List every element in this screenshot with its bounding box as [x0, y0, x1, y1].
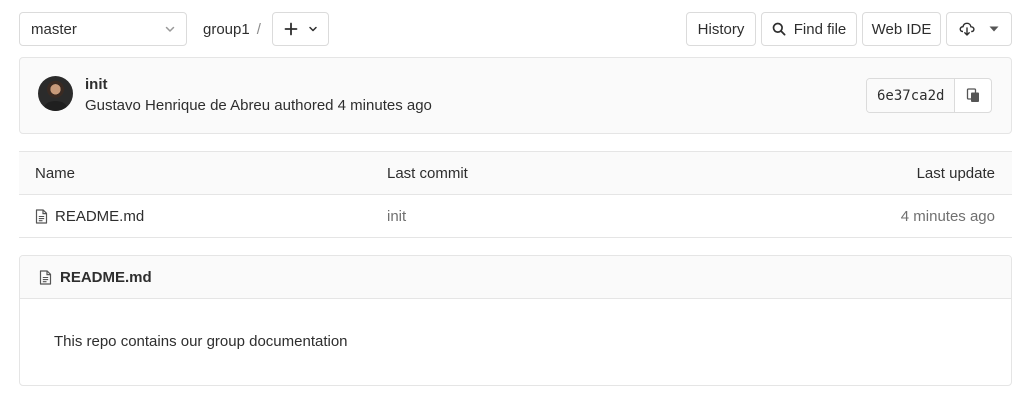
readme-filename-link[interactable]: README.md	[60, 269, 152, 286]
find-file-button[interactable]: Find file	[761, 12, 857, 46]
download-icon	[959, 22, 975, 36]
breadcrumb: group1 /	[203, 12, 261, 46]
file-name-link[interactable]: README.md	[55, 208, 144, 225]
plus-icon	[284, 22, 298, 36]
file-icon	[35, 209, 48, 224]
readme-header: README.md	[20, 256, 1011, 299]
chevron-down-icon	[164, 23, 176, 35]
commit-title-link[interactable]: init	[85, 76, 108, 93]
search-icon	[772, 22, 786, 36]
last-commit-panel: init Gustavo Henrique de Abreu authored …	[19, 57, 1012, 134]
commit-sha-button[interactable]: 6e37ca2d	[867, 79, 956, 112]
copy-icon	[966, 88, 981, 103]
column-last-update-header: Last update	[916, 165, 995, 182]
breadcrumb-separator: /	[256, 20, 261, 38]
history-button[interactable]: History	[686, 12, 756, 46]
readme-panel: README.md This repo contains our group d…	[19, 255, 1012, 386]
file-name-cell[interactable]: README.md	[35, 208, 144, 225]
download-dropdown-button[interactable]	[946, 12, 1012, 46]
chevron-down-icon	[308, 24, 318, 34]
column-last-commit-header: Last commit	[387, 165, 468, 182]
history-button-label: History	[697, 20, 745, 38]
file-last-commit-link[interactable]: init	[387, 208, 406, 225]
add-dropdown-button[interactable]	[272, 12, 329, 46]
file-icon	[39, 269, 52, 285]
file-tree-table: Name Last commit Last update README.md i…	[19, 151, 1012, 238]
branch-select-label: master	[31, 20, 77, 38]
commit-author-line: Gustavo Henrique de Abreu authored 4 min…	[85, 97, 432, 114]
table-row[interactable]: README.md init 4 minutes ago	[19, 195, 1012, 238]
branch-select[interactable]: master	[19, 12, 187, 46]
file-last-update: 4 minutes ago	[900, 208, 995, 225]
table-header: Name Last commit Last update	[19, 152, 1012, 195]
find-file-button-label: Find file	[793, 20, 847, 38]
readme-content: This repo contains our group documentati…	[54, 333, 348, 350]
column-name-header: Name	[35, 165, 76, 182]
web-ide-button[interactable]: Web IDE	[862, 12, 941, 46]
caret-down-icon	[989, 26, 999, 32]
commit-sha-group: 6e37ca2d	[866, 78, 993, 113]
copy-sha-button[interactable]	[955, 79, 991, 112]
breadcrumb-group-link[interactable]: group1	[203, 21, 250, 38]
avatar[interactable]	[38, 76, 73, 111]
web-ide-button-label: Web IDE	[871, 20, 932, 38]
